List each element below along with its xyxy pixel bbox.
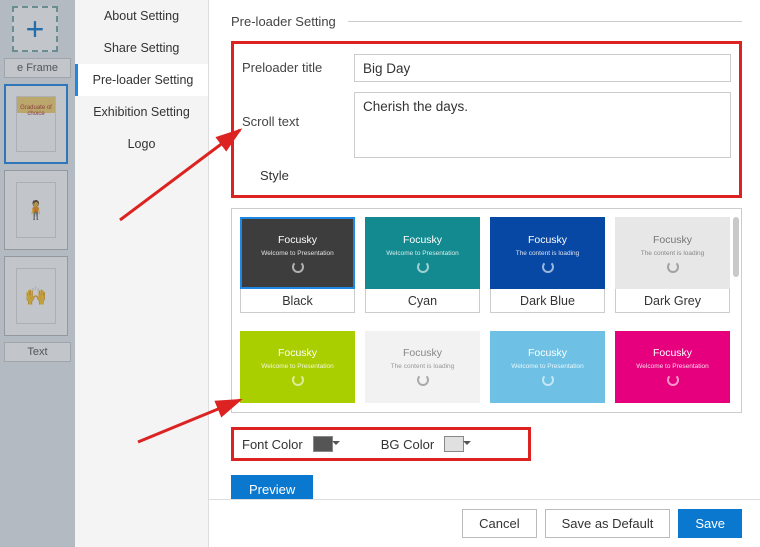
dialog-footer: Cancel Save as Default Save	[209, 499, 760, 547]
style-brand: Focusky	[653, 234, 692, 246]
preloader-title-input[interactable]	[354, 54, 731, 82]
spinner-icon	[542, 374, 554, 386]
style-name-label: Black	[240, 289, 355, 313]
style-subtitle: Welcome to Presentation	[636, 363, 709, 370]
thumbnail-3[interactable]: 🙌	[4, 256, 68, 336]
preloader-title-label: Preloader title	[242, 54, 354, 75]
style-card-sky[interactable]: Focusky Welcome to Presentation	[490, 331, 605, 411]
spinner-icon	[292, 261, 304, 273]
style-card-dark-blue[interactable]: Focusky The content is loading Dark Blue	[490, 217, 605, 321]
spinner-icon	[667, 261, 679, 273]
spinner-icon	[417, 374, 429, 386]
save-default-button[interactable]: Save as Default	[545, 509, 671, 538]
sidebar-item-exhibition[interactable]: Exhibition Setting	[75, 96, 208, 128]
style-brand: Focusky	[528, 234, 567, 246]
style-subtitle: The content is loading	[641, 250, 705, 257]
text-button[interactable]: Text	[4, 342, 71, 362]
thumb-badge: Graduate of choice	[16, 96, 56, 152]
style-subtitle: Welcome to Presentation	[386, 250, 459, 257]
frame-button[interactable]: e Frame	[4, 58, 71, 78]
sidebar-item-preloader[interactable]: Pre-loader Setting	[75, 64, 208, 96]
add-frame-plus[interactable]: +	[12, 6, 58, 52]
color-row-highlight: Font Color BG Color	[231, 427, 531, 461]
style-card-dark-grey[interactable]: Focusky The content is loading Dark Grey	[615, 217, 730, 321]
style-brand: Focusky	[278, 347, 317, 359]
style-grid-scrollbar[interactable]	[733, 217, 739, 277]
style-name-label: Dark Grey	[615, 289, 730, 313]
spinner-icon	[667, 374, 679, 386]
style-subtitle: Welcome to Presentation	[261, 363, 334, 370]
style-card-green[interactable]: Focusky Welcome to Presentation	[240, 331, 355, 411]
style-card-magenta[interactable]: Focusky Welcome to Presentation	[615, 331, 730, 411]
spinner-icon	[542, 261, 554, 273]
style-card-cyan[interactable]: Focusky Welcome to Presentation Cyan	[365, 217, 480, 321]
thumbnail-2[interactable]: 🧍	[4, 170, 68, 250]
sidebar-item-about[interactable]: About Setting	[75, 0, 208, 32]
style-subtitle: The content is loading	[516, 250, 580, 257]
thumbnail-1[interactable]: Graduate of choice	[4, 84, 68, 164]
style-brand: Focusky	[403, 347, 442, 359]
spinner-icon	[292, 374, 304, 386]
save-button[interactable]: Save	[678, 509, 742, 538]
style-subtitle: The content is loading	[391, 363, 455, 370]
left-canvas-strip: + e Frame Graduate of choice 🧍 🙌 Text	[0, 0, 75, 547]
style-card-white[interactable]: Focusky The content is loading	[365, 331, 480, 411]
bg-color-label: BG Color	[381, 437, 434, 452]
style-brand: Focusky	[403, 234, 442, 246]
style-brand: Focusky	[528, 347, 567, 359]
main-panel: Pre-loader Setting Preloader title Scrol…	[209, 0, 760, 547]
style-subtitle: Welcome to Presentation	[261, 250, 334, 257]
style-card-black[interactable]: Focusky Welcome to Presentation Black	[240, 217, 355, 321]
style-name-label: Dark Blue	[490, 289, 605, 313]
sidebar-item-logo[interactable]: Logo	[75, 128, 208, 160]
section-title: Pre-loader Setting	[231, 14, 336, 29]
settings-sidebar: About Setting Share Setting Pre-loader S…	[75, 0, 209, 547]
preloader-fields-highlight: Preloader title Scroll text Style	[231, 41, 742, 198]
section-title-divider	[348, 21, 742, 22]
style-subtitle: Welcome to Presentation	[511, 363, 584, 370]
section-title-row: Pre-loader Setting	[231, 14, 742, 29]
style-grid: FocuskyWelcome to PresentationBlackFocus…	[231, 208, 742, 413]
style-name-label: Cyan	[365, 289, 480, 313]
cancel-button[interactable]: Cancel	[462, 509, 536, 538]
style-brand: Focusky	[278, 234, 317, 246]
style-label: Style	[260, 168, 731, 183]
scroll-text-label: Scroll text	[242, 92, 354, 129]
style-brand: Focusky	[653, 347, 692, 359]
scroll-text-input[interactable]	[354, 92, 731, 158]
font-color-label: Font Color	[242, 437, 303, 452]
font-color-picker[interactable]	[313, 436, 333, 452]
spinner-icon	[417, 261, 429, 273]
bg-color-picker[interactable]	[444, 436, 464, 452]
sidebar-item-share[interactable]: Share Setting	[75, 32, 208, 64]
